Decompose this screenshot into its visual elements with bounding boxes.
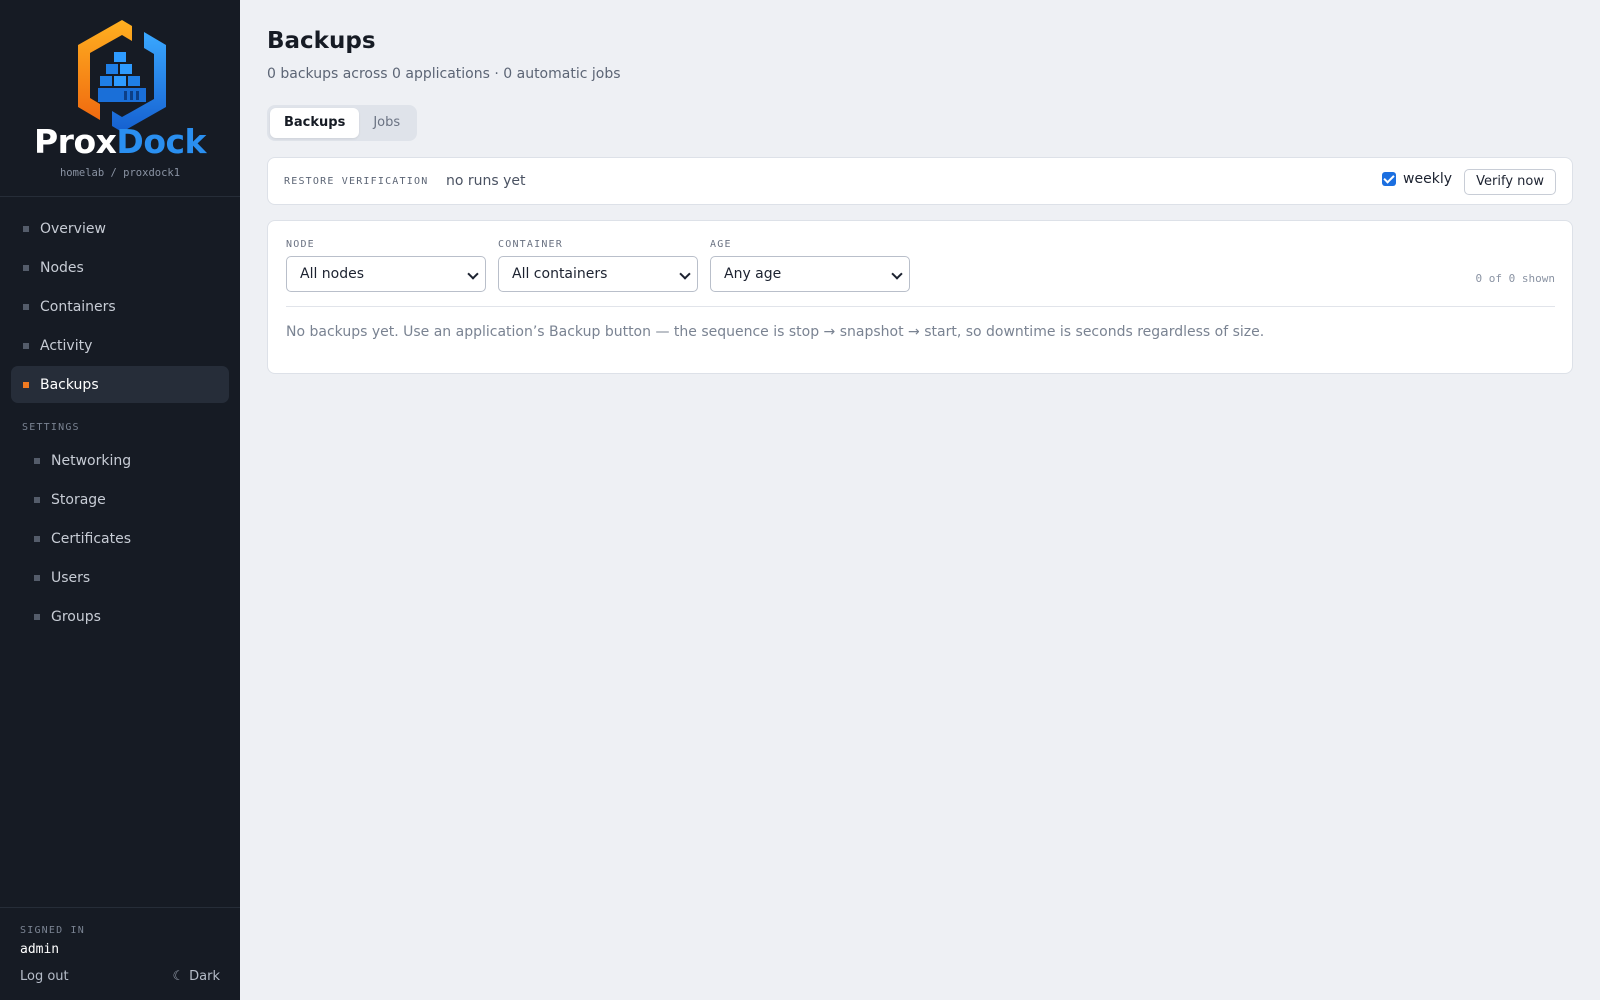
sidebar: ProxDock homelab / proxdock1 Overview No… [0,0,240,1000]
sidebar-item-storage[interactable]: Storage [22,481,229,518]
node-select-value: All nodes [300,266,365,282]
sidebar-footer: SIGNED IN admin Log out ☾ Dark [0,907,240,1000]
theme-label: Dark [189,969,220,984]
age-filter-label: AGE [710,239,732,250]
main-content: Backups 0 backups across 0 applications … [240,0,1600,1000]
sidebar-item-label: Containers [40,298,116,315]
square-bullet-icon [34,535,40,542]
sidebar-item-users[interactable]: Users [22,559,229,596]
square-bullet-icon [23,303,29,310]
signed-in-username: admin [20,942,60,957]
sidebar-item-nodes[interactable]: Nodes [11,249,229,286]
tab-bar: Backups Jobs [267,105,418,141]
age-filter: AGE Any age [710,239,910,292]
brand-wordmark: ProxDock [0,122,240,161]
container-filter: CONTAINER All containers [498,239,698,292]
sidebar-item-label: Overview [40,220,106,237]
restore-verification-card: RESTORE VERIFICATION no runs yet weekly … [267,157,1573,205]
square-bullet-icon [23,225,29,232]
brand-header: ProxDock homelab / proxdock1 [0,0,240,197]
settings-nav: Networking Storage Certificates Users Gr… [22,442,229,637]
checkbox-checked-icon[interactable] [1382,172,1397,186]
weekly-label: weekly [1403,171,1452,187]
chevron-down-icon [679,268,691,280]
brand-prox: Prox [34,122,117,161]
tab-backups[interactable]: Backups [270,108,360,138]
chevron-down-icon [891,268,903,280]
signed-in-label: SIGNED IN [20,925,85,936]
age-select[interactable]: Any age [710,256,910,292]
sidebar-item-label: Activity [40,337,93,354]
sidebar-item-label: Networking [51,452,132,469]
empty-state-message: No backups yet. Use an application’s Bac… [286,324,1265,340]
sidebar-item-containers[interactable]: Containers [11,288,229,325]
sidebar-item-label: Groups [51,608,101,625]
square-bullet-icon [23,381,29,388]
sidebar-item-label: Backups [40,376,99,393]
restore-verification-label: RESTORE VERIFICATION [284,176,429,187]
sidebar-item-label: Users [51,569,91,586]
main-nav: Overview Nodes Containers Activity Backu… [11,210,229,405]
node-select[interactable]: All nodes [286,256,486,292]
sidebar-item-groups[interactable]: Groups [22,598,229,635]
chevron-down-icon [467,268,479,280]
node-path: homelab / proxdock1 [59,167,181,179]
square-bullet-icon [34,496,40,503]
proxdock-logo-icon [78,20,166,132]
node-filter-label: NODE [286,239,315,250]
settings-section-label: SETTINGS [22,422,80,433]
weekly-checkbox[interactable]: weekly [1382,171,1452,187]
sidebar-item-label: Nodes [40,259,84,276]
theme-toggle[interactable]: ☾ Dark [172,969,220,984]
node-filter: NODE All nodes [286,239,486,292]
container-filter-label: CONTAINER [498,239,563,250]
logout-link[interactable]: Log out [20,969,69,984]
sidebar-item-overview[interactable]: Overview [11,210,229,247]
sidebar-item-certificates[interactable]: Certificates [22,520,229,557]
backups-list-card: NODE All nodes CONTAINER All containers … [267,220,1573,374]
sidebar-item-networking[interactable]: Networking [22,442,229,479]
age-select-value: Any age [724,266,782,282]
verify-now-button[interactable]: Verify now [1464,169,1556,195]
container-select[interactable]: All containers [498,256,698,292]
sidebar-item-activity[interactable]: Activity [11,327,229,364]
divider [286,306,1555,307]
square-bullet-icon [34,457,40,464]
brand-dock: Dock [116,122,206,161]
container-select-value: All containers [512,266,608,282]
shown-count: 0 of 0 shown [1475,272,1555,285]
sidebar-item-label: Certificates [51,530,132,547]
square-bullet-icon [34,574,40,581]
sidebar-item-label: Storage [51,491,106,508]
moon-icon: ☾ [172,969,185,984]
page-title: Backups [267,28,376,54]
sidebar-item-backups[interactable]: Backups [11,366,229,403]
page-subtitle: 0 backups across 0 applications · 0 auto… [267,66,621,82]
square-bullet-icon [23,342,29,349]
square-bullet-icon [34,613,40,620]
tab-jobs[interactable]: Jobs [359,108,414,138]
restore-verification-status: no runs yet [446,173,526,189]
square-bullet-icon [23,264,29,271]
